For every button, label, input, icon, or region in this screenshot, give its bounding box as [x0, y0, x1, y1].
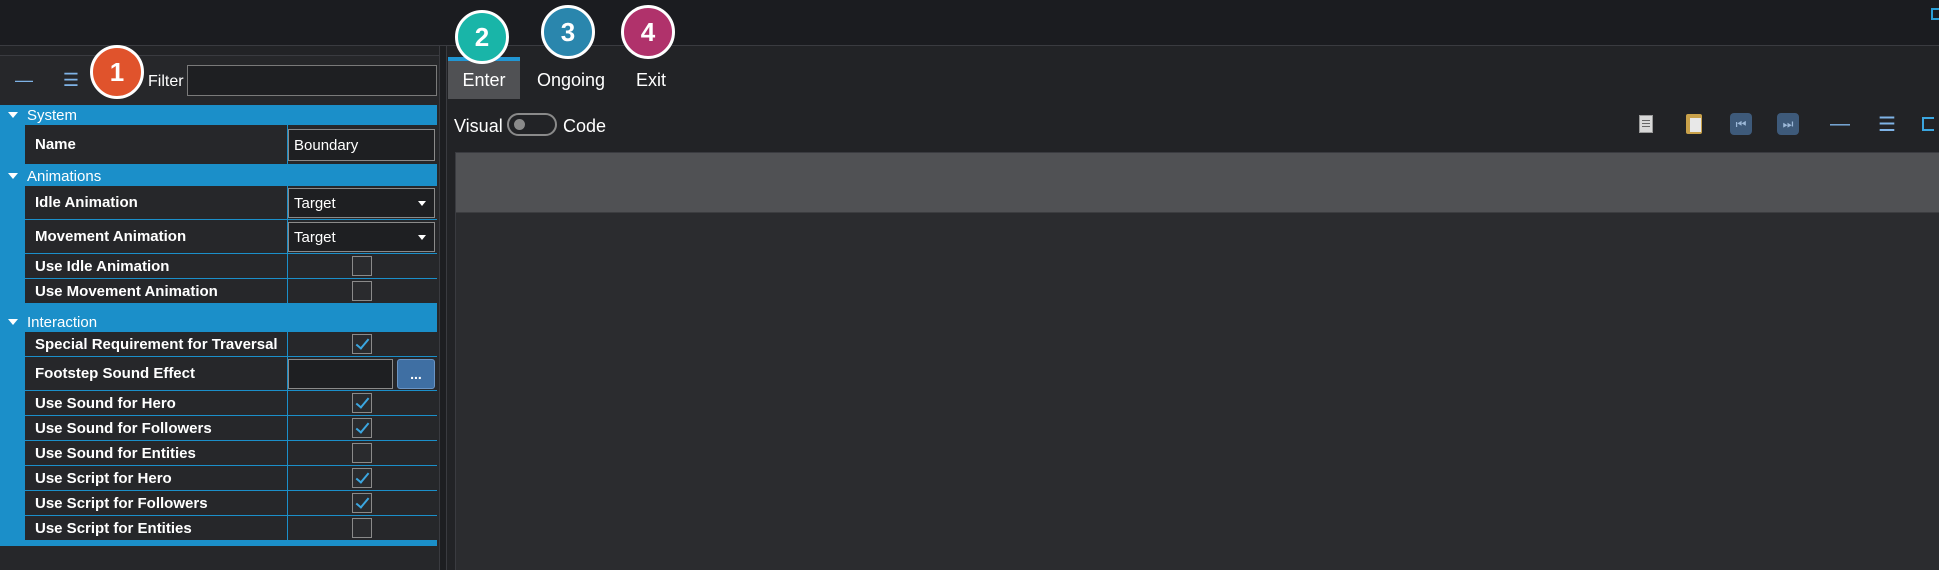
- first-glyph: ⏮: [1730, 113, 1752, 135]
- export-shape: [1922, 117, 1934, 131]
- visual-editor-canvas[interactable]: [455, 152, 1939, 570]
- dropdown-arrow-icon: [418, 201, 426, 206]
- property-label: Movement Animation: [35, 228, 187, 245]
- property-label: Use Idle Animation: [35, 257, 170, 275]
- property-row-special-requirement-for-traversal: Special Requirement for Traversal: [25, 332, 437, 357]
- checkbox[interactable]: [352, 393, 372, 413]
- column-divider: [287, 491, 288, 515]
- property-label: Use Sound for Followers: [35, 419, 212, 437]
- dropdown-select[interactable]: Target: [288, 188, 435, 218]
- column-divider: [287, 279, 288, 303]
- category-interaction[interactable]: Interaction: [0, 312, 437, 332]
- dropdown-arrow-icon: [418, 235, 426, 240]
- filter-label: Filter: [148, 73, 184, 90]
- list-glyph: ☰: [1878, 113, 1896, 136]
- property-row-use-idle-animation: Use Idle Animation: [25, 254, 437, 279]
- column-divider: [287, 516, 288, 540]
- app-window: — ☰ Filter System Name Boundary Animations I…: [0, 0, 1939, 570]
- property-label: Name: [35, 136, 76, 153]
- visual-code-toggle[interactable]: [507, 113, 557, 136]
- filter-input[interactable]: [187, 65, 437, 96]
- property-label: Use Script for Followers: [35, 494, 208, 512]
- list-view-icon[interactable]: ☰: [60, 70, 82, 90]
- column-divider: [287, 466, 288, 490]
- paste-icon[interactable]: [1681, 112, 1707, 136]
- checkbox[interactable]: [352, 256, 372, 276]
- column-divider: [287, 254, 288, 278]
- list-glyph: ☰: [62, 69, 80, 90]
- last-icon[interactable]: ⏭: [1775, 112, 1801, 136]
- property-label: Use Script for Hero: [35, 469, 172, 487]
- property-label: Use Script for Entities: [35, 519, 192, 537]
- category-animations[interactable]: Animations: [0, 166, 437, 186]
- column-divider: [287, 441, 288, 465]
- toggle-knob: [514, 119, 525, 130]
- category-system[interactable]: System: [0, 105, 437, 125]
- property-label: Use Movement Animation: [35, 282, 218, 300]
- category-label: Interaction: [27, 313, 98, 331]
- callout-badge-4: 4: [621, 5, 675, 59]
- collapse-glyph: —: [1830, 112, 1850, 135]
- copy-doc-shape: [1639, 115, 1653, 133]
- window-edge-icon[interactable]: [1931, 8, 1939, 20]
- checkbox[interactable]: [352, 418, 372, 438]
- collapse-icon[interactable]: —: [1827, 112, 1853, 136]
- code-mode-label: Code: [563, 116, 607, 136]
- file-path-field[interactable]: [288, 359, 393, 389]
- copy-icon[interactable]: [1633, 112, 1659, 136]
- panel-splitter[interactable]: [439, 46, 447, 570]
- callout-badge-1: 1: [90, 45, 144, 99]
- property-label: Use Sound for Hero: [35, 394, 176, 412]
- property-row-use-script-for-entities: Use Script for Entities: [25, 516, 437, 541]
- checkbox[interactable]: [352, 334, 372, 354]
- export-icon[interactable]: [1922, 112, 1939, 136]
- column-divider: [287, 332, 288, 356]
- property-row-use-sound-for-followers: Use Sound for Followers: [25, 416, 437, 441]
- property-label: Special Requirement for Traversal: [35, 335, 278, 353]
- expand-arrow-icon[interactable]: [8, 112, 18, 118]
- property-label: Idle Animation: [35, 194, 138, 211]
- checkbox[interactable]: [352, 281, 372, 301]
- callout-badge-3: 3: [541, 5, 595, 59]
- category-label: System: [27, 106, 78, 124]
- property-row-use-movement-animation: Use Movement Animation: [25, 279, 437, 304]
- collapse-all-icon[interactable]: —: [13, 70, 35, 90]
- column-divider: [287, 416, 288, 440]
- expand-arrow-icon[interactable]: [8, 173, 18, 179]
- visual-mode-label: Visual: [454, 116, 503, 136]
- property-row-use-script-for-hero: Use Script for Hero: [25, 466, 437, 491]
- paste-clip-shape: [1686, 114, 1702, 134]
- expand-arrow-icon[interactable]: [8, 319, 18, 325]
- property-row-movement-animation: Movement Animation Target: [25, 220, 437, 254]
- checkbox[interactable]: [352, 468, 372, 488]
- column-divider: [287, 391, 288, 415]
- property-row-footstep-sound-effect: Footstep Sound Effect...: [25, 357, 437, 391]
- callout-badge-2: 2: [455, 10, 509, 64]
- collapse-glyph: —: [15, 69, 33, 90]
- property-row-idle-animation: Idle Animation Target: [25, 186, 437, 220]
- tab-exit[interactable]: Exit: [625, 61, 677, 99]
- checkbox[interactable]: [352, 518, 372, 538]
- property-row-use-script-for-followers: Use Script for Followers: [25, 491, 437, 516]
- list-icon[interactable]: ☰: [1874, 112, 1900, 136]
- property-row-use-sound-for-hero: Use Sound for Hero: [25, 391, 437, 416]
- browse-button[interactable]: ...: [397, 359, 435, 389]
- property-row-name: Name Boundary: [25, 125, 437, 165]
- category-label: Animations: [27, 167, 102, 185]
- tab-ongoing[interactable]: Ongoing: [530, 61, 612, 99]
- first-icon[interactable]: ⏮: [1728, 112, 1754, 136]
- editor-header-bar: [456, 153, 1939, 213]
- property-grid: System Name Boundary Animations Idle Animati…: [0, 105, 437, 546]
- checkbox[interactable]: [352, 493, 372, 513]
- text-field[interactable]: Boundary: [288, 129, 435, 161]
- checkbox[interactable]: [352, 443, 372, 463]
- property-label: Use Sound for Entities: [35, 444, 196, 462]
- property-label: Footstep Sound Effect: [35, 365, 195, 382]
- last-glyph: ⏭: [1777, 113, 1799, 135]
- property-row-use-sound-for-entities: Use Sound for Entities: [25, 441, 437, 466]
- dropdown-select[interactable]: Target: [288, 222, 435, 252]
- top-bar: [0, 0, 1939, 46]
